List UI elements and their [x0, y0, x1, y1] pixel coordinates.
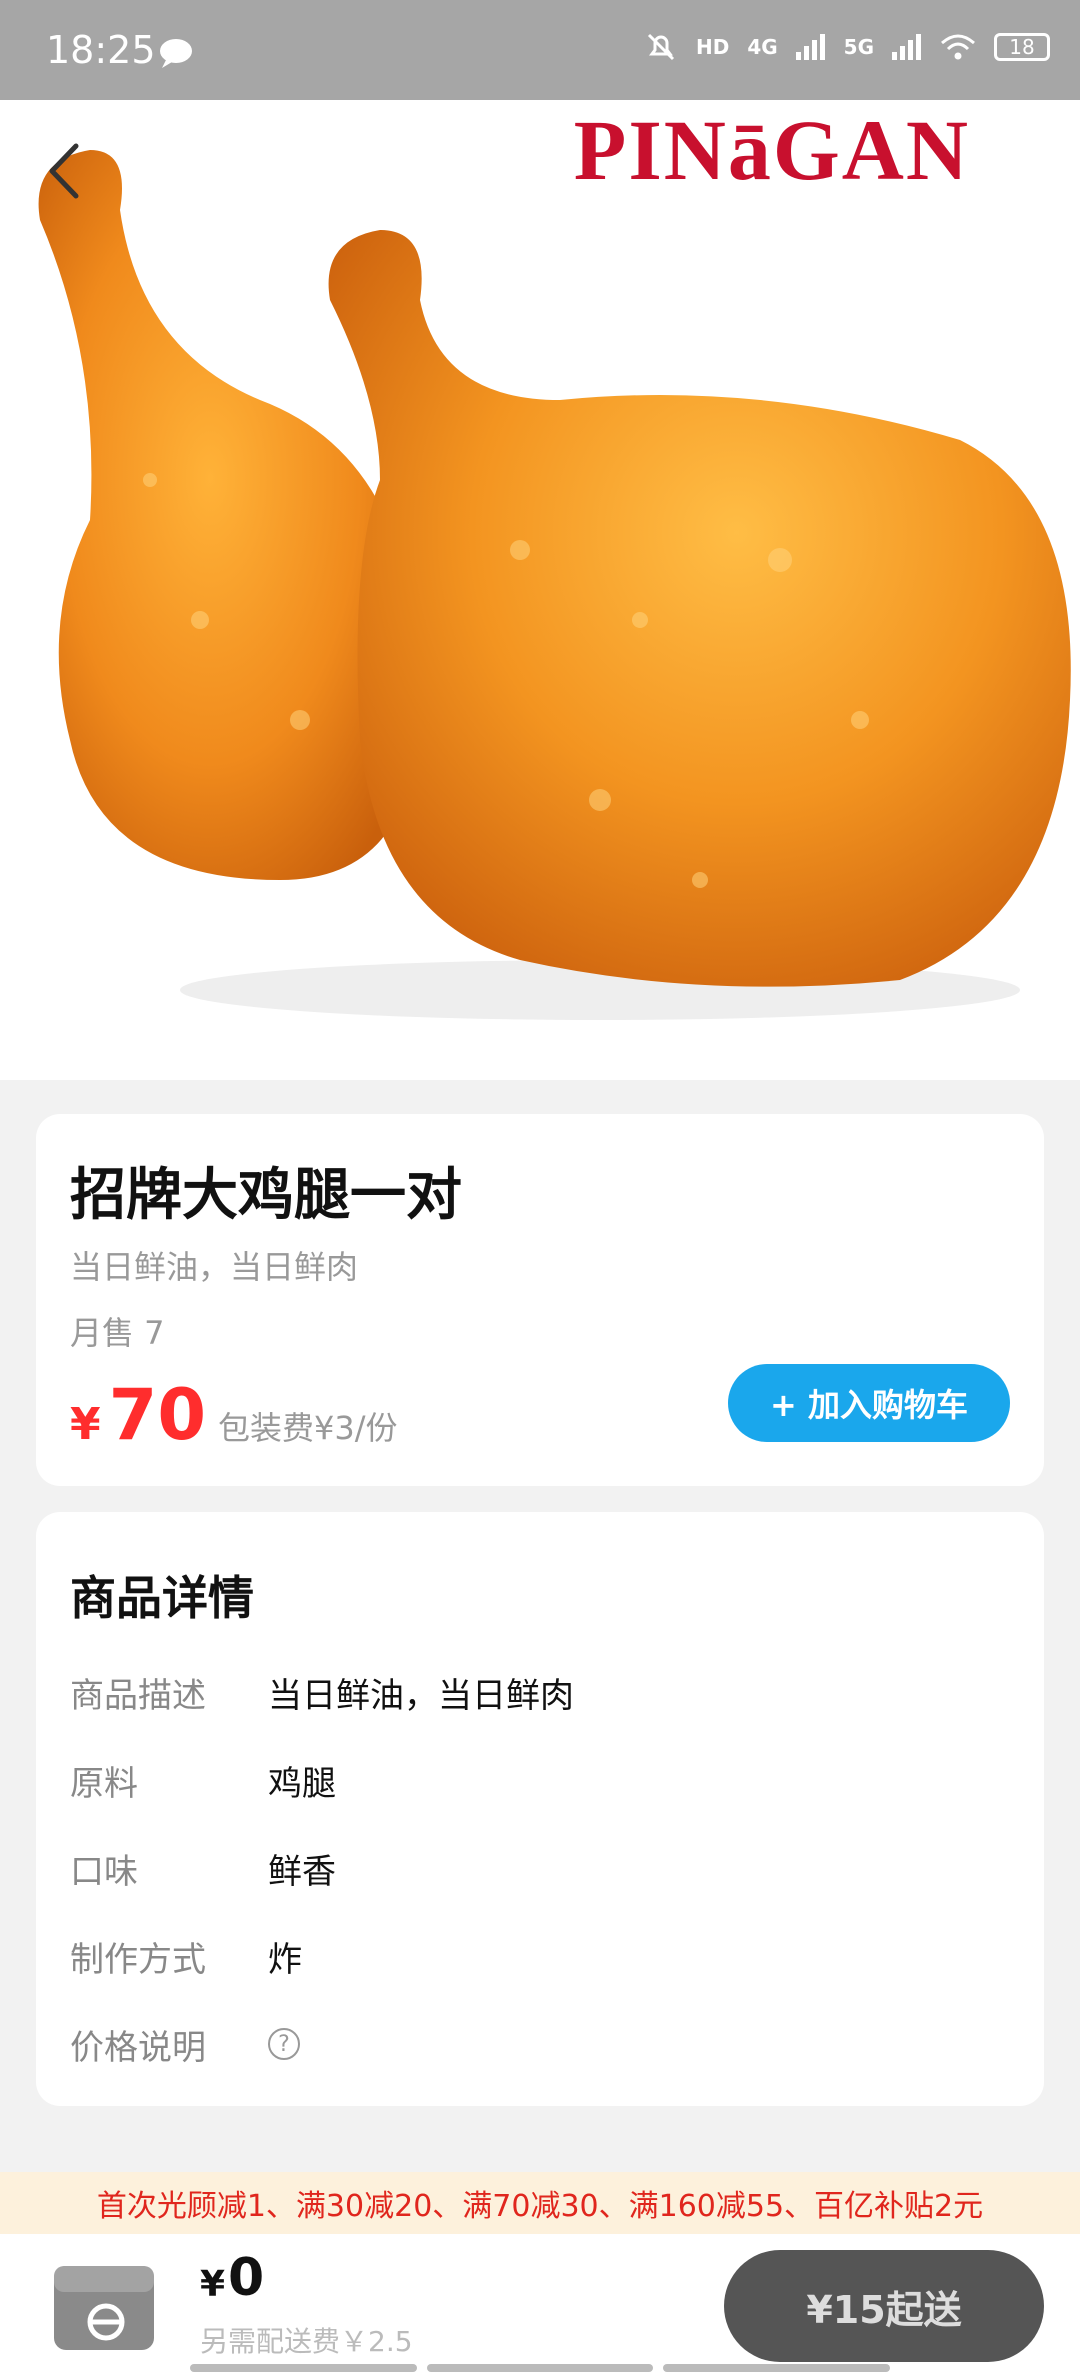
- hd-icon: HD: [695, 35, 730, 59]
- cart-total: 0: [228, 2248, 265, 2308]
- price-currency: ¥: [70, 1399, 101, 1450]
- detail-label: 价格说明: [70, 2027, 206, 2068]
- detail-row-description: 商品描述 当日鲜油，当日鲜肉: [70, 1648, 1010, 1736]
- detail-label: 口味: [70, 1851, 138, 1892]
- shopping-bag-icon[interactable]: [44, 2246, 164, 2356]
- detail-value: 鸡腿: [268, 1763, 336, 1804]
- packaging-fee: 包装费¥3/份: [218, 1409, 398, 1447]
- detail-label: 制作方式: [70, 1939, 206, 1980]
- details-list: 商品描述 当日鲜油，当日鲜肉 原料 鸡腿 口味 鲜香 制作方式 炸 价格说明 ?: [70, 1648, 1010, 2088]
- detail-row-flavor: 口味 鲜香: [70, 1824, 1010, 1912]
- gesture-bar: [190, 2364, 891, 2372]
- signal-icon-2: [892, 34, 921, 60]
- detail-row-ingredients: 原料 鸡腿: [70, 1736, 1010, 1824]
- help-icon[interactable]: ?: [268, 2028, 300, 2060]
- detail-row-method: 制作方式 炸: [70, 1912, 1010, 2000]
- net-5g-label: 5G: [843, 35, 874, 59]
- add-to-cart-button[interactable]: + 加入购物车: [728, 1364, 1010, 1442]
- wifi-icon: [941, 34, 975, 60]
- product-info-card: 招牌大鸡腿一对 当日鲜油，当日鲜肉 月售 7 ¥ 70 包装费¥3/份 + 加入…: [36, 1114, 1044, 1486]
- detail-value: 炸: [268, 1939, 302, 1980]
- price-row: ¥ 70 包装费¥3/份: [70, 1374, 398, 1456]
- signal-icon: [795, 34, 825, 60]
- detail-value: 鲜香: [268, 1851, 336, 1892]
- details-title: 商品详情: [70, 1571, 254, 1625]
- product-details-card: 商品详情 商品描述 当日鲜油，当日鲜肉 原料 鸡腿 口味 鲜香 制作方式 炸 价…: [36, 1512, 1044, 2106]
- checkout-button[interactable]: ¥15起送: [724, 2250, 1044, 2362]
- product-title: 招牌大鸡腿一对: [70, 1163, 462, 1228]
- back-arrow-icon[interactable]: [40, 136, 90, 206]
- delivery-fee-note: 另需配送费￥2.5: [200, 2325, 413, 2358]
- status-icons: HD 4G 5G 18: [644, 30, 1050, 64]
- promo-banner: 首次光顾减1、满30减20、满70减30、满160减55、百亿补贴2元: [0, 2172, 1080, 2234]
- product-subtitle: 当日鲜油，当日鲜肉: [70, 1248, 359, 1286]
- brand-logo: PINāGAN: [573, 102, 970, 198]
- fried-chicken-image: [38, 150, 1071, 1020]
- detail-label: 商品描述: [70, 1675, 206, 1716]
- bottom-cart-bar: ¥ 0 另需配送费￥2.5 ¥15起送: [0, 2234, 1080, 2376]
- detail-label: 原料: [70, 1763, 138, 1804]
- chat-bubble-icon: [160, 39, 192, 68]
- net-4g-label: 4G: [747, 35, 778, 59]
- status-bar: 18:25 HD 4G 5G 18: [0, 0, 1080, 100]
- total-currency: ¥: [200, 2264, 226, 2305]
- detail-value: 当日鲜油，当日鲜肉: [268, 1675, 574, 1716]
- status-time: 18:25: [46, 28, 156, 72]
- price-value: 70: [108, 1374, 207, 1456]
- battery-icon: 18: [994, 33, 1050, 61]
- detail-row-price-note: 价格说明 ?: [70, 2000, 1010, 2088]
- product-image: PINāGAN: [0, 100, 1080, 1080]
- monthly-sales: 月售 7: [70, 1314, 165, 1352]
- notifications-off-icon: [647, 33, 675, 61]
